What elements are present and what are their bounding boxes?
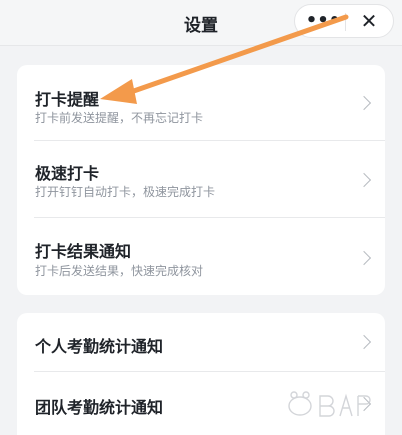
baidu-watermark-icon — [288, 391, 371, 417]
setting-item-punch-result-notice[interactable]: 打卡结果通知 打卡后发送结果，快速完成核对 — [17, 218, 385, 295]
capsule-divider — [345, 13, 346, 31]
chevron-right-icon — [356, 250, 372, 266]
setting-item-punch-reminder[interactable]: 打卡提醒 打卡前发送提醒，不再忘记打卡 — [17, 65, 385, 141]
mini-program-capsule: ••• ✕ — [294, 4, 394, 38]
setting-item-fast-punch[interactable]: 极速打卡 打开钉钉自动打卡，极速完成打卡 — [17, 141, 385, 218]
settings-group-punch: 打卡提醒 打卡前发送提醒，不再忘记打卡 极速打卡 打开钉钉自动打卡，极速完成打卡… — [17, 65, 385, 295]
setting-item-description: 打卡后发送结果，快速完成核对 — [35, 264, 204, 278]
chevron-right-icon — [356, 95, 372, 111]
setting-item-label: 极速打卡 — [35, 164, 100, 183]
setting-item-description: 打开钉钉自动打卡，极速完成打卡 — [35, 185, 216, 199]
chevron-right-icon — [356, 172, 372, 188]
more-icon[interactable]: ••• — [303, 8, 343, 34]
setting-item-label: 个人考勤统计通知 — [35, 337, 164, 356]
setting-item-description: 打卡前发送提醒，不再忘记打卡 — [35, 111, 204, 125]
setting-item-label: 打卡提醒 — [35, 90, 100, 109]
chevron-right-icon — [356, 334, 372, 350]
close-icon[interactable]: ✕ — [351, 8, 387, 34]
setting-item-label: 打卡结果通知 — [35, 242, 132, 261]
setting-item-label: 团队考勤统计通知 — [35, 398, 164, 417]
navigation-bar: 设置 ••• ✕ — [0, 0, 402, 46]
setting-item-personal-attendance-notice[interactable]: 个人考勤统计通知 — [17, 313, 385, 372]
